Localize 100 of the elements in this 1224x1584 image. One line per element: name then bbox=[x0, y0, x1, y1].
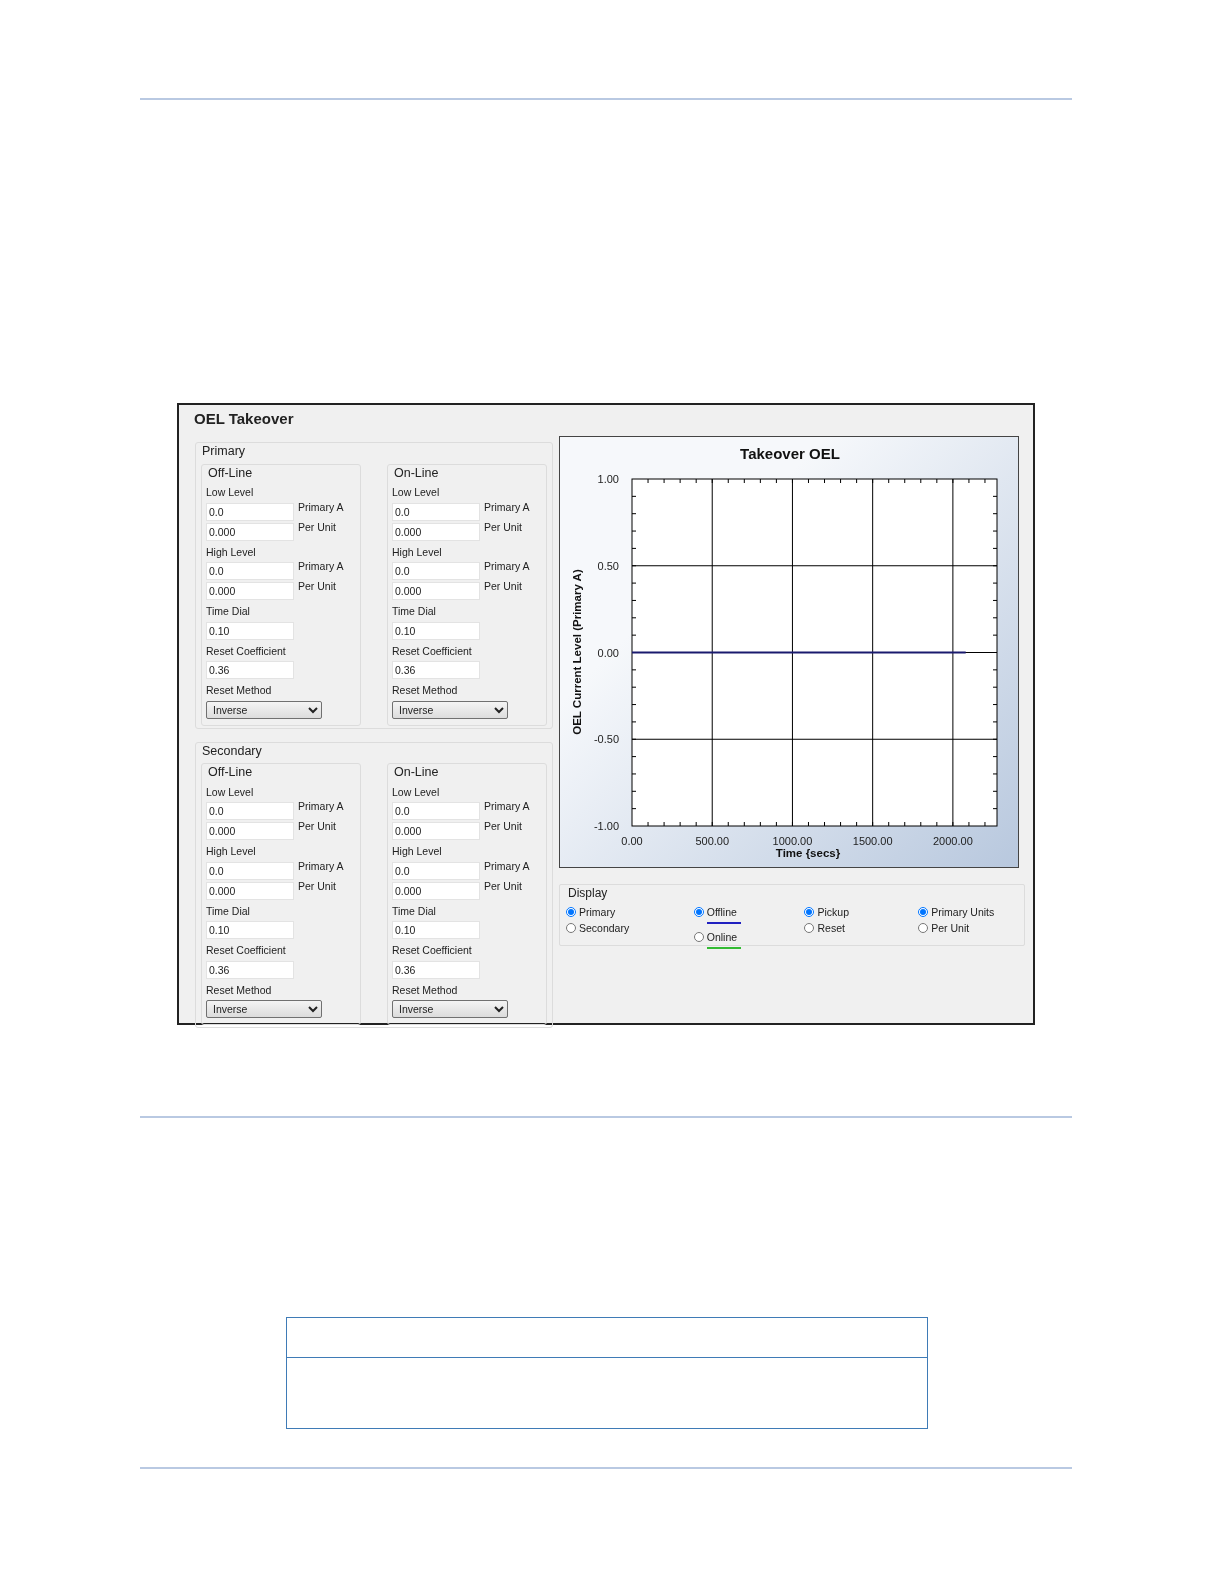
group-label: Display bbox=[566, 886, 610, 900]
input-field[interactable]: 0.000 bbox=[206, 822, 294, 840]
field-label: Reset Method bbox=[206, 983, 272, 997]
unit-label: Primary A bbox=[484, 800, 530, 813]
field-label: High Level bbox=[206, 845, 256, 858]
input-field[interactable]: 0.0 bbox=[392, 802, 480, 820]
input-field[interactable]: 0.0 bbox=[206, 502, 294, 521]
field-label: Reset Coefficient bbox=[392, 644, 472, 658]
radio-label: Secondary bbox=[579, 921, 630, 935]
radio-button[interactable] bbox=[804, 923, 815, 933]
field-label: Time Dial bbox=[392, 904, 436, 918]
field-label: Time Dial bbox=[392, 605, 436, 618]
field-label: Reset Method bbox=[206, 684, 272, 697]
field-label: Time Dial bbox=[206, 904, 250, 918]
input-field[interactable]: 0.000 bbox=[206, 582, 294, 600]
input-field[interactable]: 0.36 bbox=[206, 661, 294, 679]
tick-label: 1000.00 bbox=[772, 835, 813, 847]
field-label: Low Level bbox=[206, 486, 254, 499]
unit-label: Primary A bbox=[484, 500, 530, 514]
input-field[interactable]: 0.0 bbox=[206, 562, 294, 580]
field-label: Reset Coefficient bbox=[206, 644, 286, 658]
unit-label: Per Unit bbox=[298, 580, 336, 593]
field-label: Reset Coefficient bbox=[392, 944, 472, 957]
input-field[interactable]: 0.10 bbox=[206, 621, 294, 640]
dropdown[interactable]: Inverse bbox=[206, 1000, 322, 1018]
unit-label: Primary A bbox=[298, 859, 344, 873]
input-field[interactable]: 0.0 bbox=[206, 802, 294, 820]
radio-label: Online bbox=[706, 930, 738, 944]
unit-label: Per Unit bbox=[484, 520, 522, 534]
input-field[interactable]: 0.10 bbox=[392, 921, 480, 939]
window-title: OEL Takeover bbox=[194, 410, 295, 428]
radio-label: Pickup bbox=[817, 905, 849, 919]
input-field[interactable]: 0.0 bbox=[392, 562, 480, 580]
unit-label: Primary A bbox=[484, 859, 530, 873]
unit-label: Per Unit bbox=[298, 879, 336, 893]
section-label: Off-Line bbox=[206, 465, 255, 480]
unit-label: Primary A bbox=[298, 800, 344, 813]
unit-label: Primary A bbox=[298, 560, 344, 573]
field-label: High Level bbox=[206, 545, 256, 559]
input-field[interactable]: 0.36 bbox=[392, 661, 480, 679]
field-label: Reset Method bbox=[392, 983, 458, 997]
input-field[interactable]: 0.000 bbox=[392, 522, 480, 541]
tick-label: -0.50 bbox=[593, 733, 619, 746]
section-label: On-Line bbox=[392, 465, 441, 480]
tick-label: 0.50 bbox=[597, 559, 619, 572]
radio-label: Reset bbox=[817, 921, 845, 935]
field-label: Time Dial bbox=[206, 605, 250, 618]
dropdown[interactable]: Inverse bbox=[206, 700, 322, 719]
tick-label: 500.00 bbox=[695, 835, 730, 847]
tick-label: 0.00 bbox=[621, 835, 643, 847]
radio-button[interactable] bbox=[693, 932, 704, 942]
input-field[interactable]: 0.10 bbox=[206, 921, 294, 939]
radio-label: Primary bbox=[579, 905, 616, 919]
radio-button[interactable] bbox=[566, 923, 576, 933]
radio-label: Primary Units bbox=[931, 905, 995, 919]
input-field[interactable]: 0.000 bbox=[392, 881, 480, 900]
tick-label: 2000.00 bbox=[933, 835, 973, 847]
section-label: On-Line bbox=[392, 765, 441, 779]
input-field[interactable]: 0.000 bbox=[206, 881, 294, 900]
radio-label: Offline bbox=[706, 905, 737, 919]
tick-label: 1500.00 bbox=[852, 835, 893, 847]
field-label: Reset Coefficient bbox=[206, 944, 286, 957]
field-label: High Level bbox=[392, 845, 442, 858]
input-field[interactable]: 0.36 bbox=[206, 960, 294, 979]
field-label: Low Level bbox=[206, 785, 254, 799]
group-label: Secondary bbox=[201, 743, 265, 758]
input-field[interactable]: 0.000 bbox=[206, 522, 294, 541]
dropdown[interactable]: Inverse bbox=[392, 1000, 508, 1018]
input-field[interactable]: 0.36 bbox=[392, 960, 480, 979]
tick-label: 1.00 bbox=[597, 473, 619, 485]
input-field[interactable]: 0.0 bbox=[392, 861, 480, 880]
unit-label: Per Unit bbox=[484, 820, 522, 833]
unit-label: Primary A bbox=[484, 560, 530, 573]
radio-button[interactable] bbox=[693, 907, 704, 917]
radio-button[interactable] bbox=[918, 907, 929, 917]
field-label: Low Level bbox=[392, 486, 440, 499]
radio-button[interactable] bbox=[918, 923, 929, 933]
tick-label: -1.00 bbox=[593, 820, 619, 832]
unit-label: Per Unit bbox=[484, 580, 522, 593]
unit-label: Primary A bbox=[298, 500, 344, 514]
radio-button[interactable] bbox=[566, 907, 576, 917]
axis-title: Time {secs} bbox=[775, 847, 841, 859]
tick-label: 0.00 bbox=[597, 646, 619, 659]
field-label: High Level bbox=[392, 545, 442, 559]
input-field[interactable]: 0.10 bbox=[392, 621, 480, 640]
radio-label: Per Unit bbox=[931, 921, 970, 935]
field-label: Low Level bbox=[392, 785, 440, 799]
field-label: Reset Method bbox=[392, 684, 458, 697]
input-field[interactable]: 0.0 bbox=[392, 502, 480, 521]
axis-title: OEL Current Level (Primary A) bbox=[571, 569, 583, 735]
input-field[interactable]: 0.0 bbox=[206, 861, 294, 880]
section-label: Off-Line bbox=[206, 765, 255, 779]
chart-title: Takeover OEL bbox=[740, 445, 840, 462]
unit-label: Per Unit bbox=[298, 820, 336, 833]
dropdown[interactable]: Inverse bbox=[392, 700, 508, 719]
input-field[interactable]: 0.000 bbox=[392, 582, 480, 600]
unit-label: Per Unit bbox=[298, 520, 336, 534]
radio-button[interactable] bbox=[804, 907, 815, 917]
unit-label: Per Unit bbox=[484, 879, 522, 893]
input-field[interactable]: 0.000 bbox=[392, 822, 480, 840]
